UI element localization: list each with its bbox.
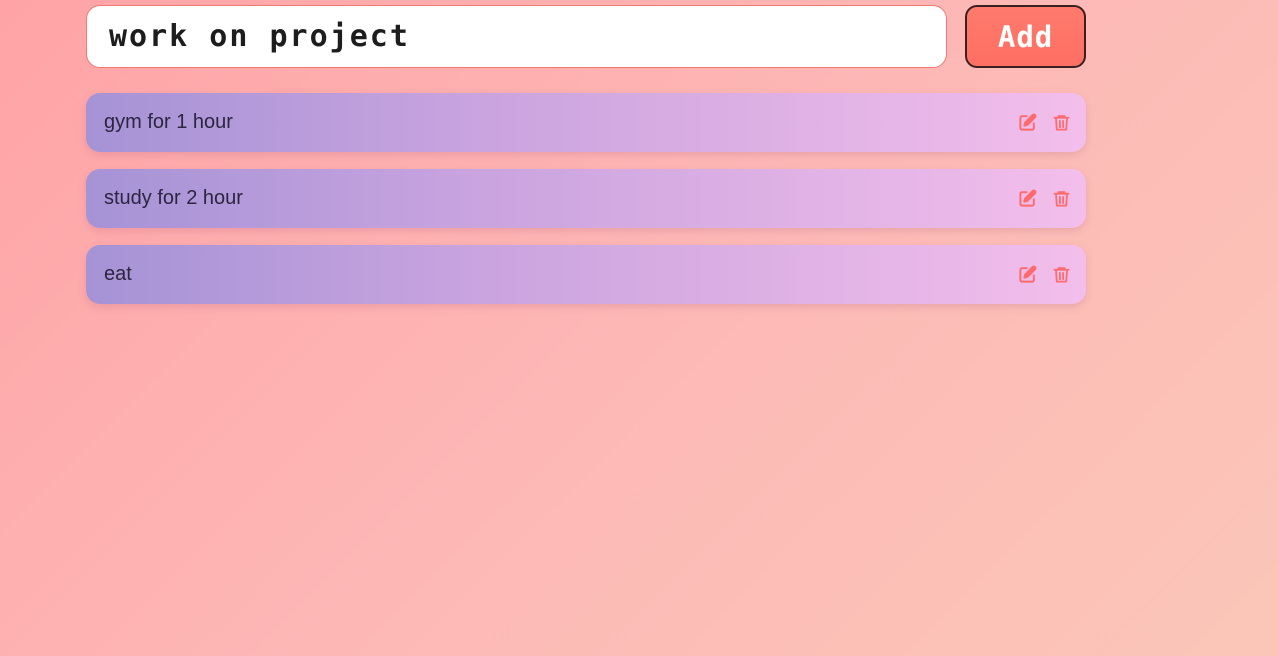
edit-icon[interactable] <box>1017 113 1037 133</box>
task-input[interactable] <box>86 5 948 68</box>
task-actions <box>1017 265 1071 285</box>
trash-icon[interactable] <box>1051 189 1071 209</box>
add-button[interactable]: Add <box>965 5 1086 68</box>
task-text: eat <box>104 263 132 285</box>
task-list: gym for 1 hour study for 2 hour eat <box>86 93 1086 304</box>
task-text: study for 2 hour <box>104 187 243 209</box>
task-actions <box>1017 189 1071 209</box>
edit-icon[interactable] <box>1017 265 1037 285</box>
task-text: gym for 1 hour <box>104 111 233 133</box>
trash-icon[interactable] <box>1051 265 1071 285</box>
task-actions <box>1017 113 1071 133</box>
task-item: eat <box>86 245 1086 304</box>
task-item: study for 2 hour <box>86 169 1086 228</box>
task-item: gym for 1 hour <box>86 93 1086 152</box>
trash-icon[interactable] <box>1051 113 1071 133</box>
edit-icon[interactable] <box>1017 189 1037 209</box>
todo-app: Add gym for 1 hour <box>86 5 1086 304</box>
input-row: Add <box>86 5 1086 68</box>
